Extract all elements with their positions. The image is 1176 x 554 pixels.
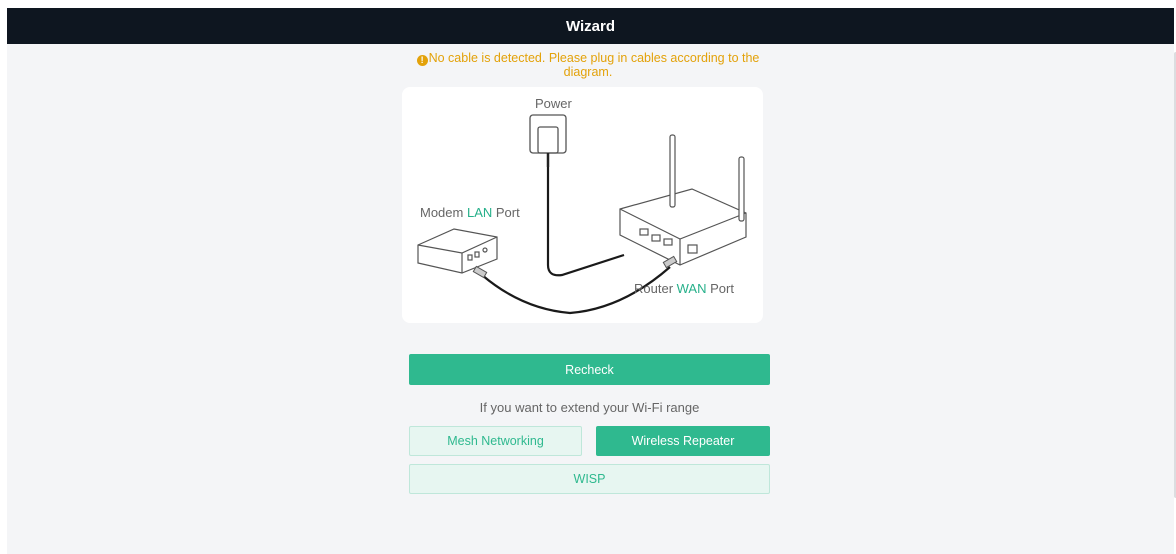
extend-range-hint: If you want to extend your Wi-Fi range <box>479 400 700 415</box>
cable-diagram: Power Modem LAN Port Router WAN Port <box>402 87 763 323</box>
warning-text: No cable is detected. Please plug in cab… <box>428 51 760 79</box>
wireless-repeater-button[interactable]: Wireless Repeater <box>596 426 770 456</box>
no-cable-warning: ! No cable is detected. Please plug in ca… <box>403 52 773 78</box>
power-label: Power <box>535 96 572 111</box>
power-adapter-icon <box>529 114 567 167</box>
mesh-networking-button[interactable]: Mesh Networking <box>409 426 582 456</box>
wisp-button[interactable]: WISP <box>409 464 770 494</box>
router-wan-port-label: Router WAN Port <box>634 281 734 296</box>
modem-lan-port-label: Modem LAN Port <box>420 205 520 220</box>
warning-circle-icon: ! <box>416 55 428 66</box>
window-title: Wizard <box>565 17 616 35</box>
recheck-button[interactable]: Recheck <box>409 354 770 385</box>
power-cable <box>546 167 625 277</box>
router-icon <box>619 134 747 266</box>
modem-icon <box>417 228 498 274</box>
window-titlebar: Wizard <box>7 8 1174 44</box>
